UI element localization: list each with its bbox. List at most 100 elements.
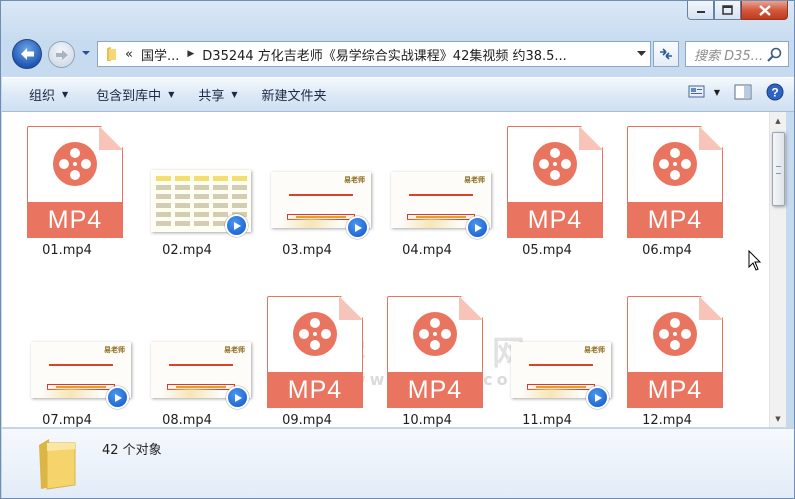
mp4-file-icon: MP4 (507, 124, 605, 238)
film-reel-icon (413, 312, 457, 356)
video-player-icon (225, 214, 248, 237)
breadcrumb-parent[interactable]: 国学... (141, 45, 179, 64)
back-arrow-icon (21, 48, 34, 60)
include-library-label: 包含到库中 (96, 89, 162, 104)
file-name: 07.mp4 (42, 413, 92, 427)
mp4-file-icon: MP4 (387, 294, 485, 408)
thumbnail-logo: 易老师 (584, 346, 605, 354)
play-icon (114, 393, 122, 402)
help-button[interactable]: ? (766, 83, 784, 101)
forward-arrow-icon (55, 49, 68, 60)
file-item[interactable]: 易老师 07.mp4 (12, 290, 131, 427)
mp4-file-icon: MP4 (627, 124, 725, 238)
mp4-file-icon: MP4 (27, 124, 125, 238)
chevron-down-icon: ▼ (231, 90, 238, 99)
file-name: 04.mp4 (402, 243, 452, 258)
share-label: 共享 (198, 89, 225, 104)
file-item[interactable]: MP4 06.mp4 (612, 120, 725, 260)
mp4-badge: MP4 (627, 372, 723, 408)
share-menu[interactable]: 共享 ▼ (188, 83, 247, 107)
file-item[interactable]: 易老师 03.mp4 (252, 120, 371, 260)
explorer-window: « 国学... ▶ D35244 方化吉老师《易学综合实战课程》42集视频 约3… (0, 0, 795, 499)
mp4-file-icon: MP4 (627, 294, 725, 408)
mp4-badge: MP4 (27, 202, 123, 238)
refresh-button[interactable] (653, 41, 679, 67)
file-name: 11.mp4 (522, 413, 572, 427)
scroll-up-arrow-icon[interactable]: ▲ (770, 112, 786, 129)
video-player-icon (346, 216, 369, 239)
mouse-cursor-icon (748, 250, 762, 271)
preview-pane-button[interactable] (734, 84, 752, 100)
organize-label: 组织 (29, 89, 56, 104)
search-icon[interactable] (767, 47, 782, 62)
close-icon (758, 4, 771, 16)
play-icon (233, 221, 241, 230)
scroll-down-arrow-icon[interactable]: ▼ (770, 410, 786, 427)
maximize-icon (722, 5, 733, 15)
file-item[interactable]: 易老师 04.mp4 (372, 120, 491, 260)
folder-icon (107, 47, 116, 61)
thumbnail-title (49, 362, 113, 366)
thumbnail-title (169, 362, 233, 366)
refresh-icon (660, 48, 672, 60)
search-input[interactable]: 搜索 D35... (694, 45, 763, 64)
file-name: 08.mp4 (162, 413, 212, 427)
mp4-file-icon: MP4 (267, 294, 365, 408)
film-reel-icon (293, 312, 337, 356)
close-button[interactable] (741, 1, 788, 20)
thumbnail-logo: 易老师 (464, 176, 485, 184)
file-name: 05.mp4 (522, 243, 572, 258)
breadcrumb-overflow[interactable]: « (125, 47, 133, 62)
help-icon: ? (766, 83, 784, 101)
item-count: 42 个对象 (102, 443, 162, 458)
chevron-down-icon (636, 51, 646, 56)
view-icon (688, 85, 705, 98)
file-item[interactable]: 02.mp4 (132, 120, 251, 260)
breadcrumb-separator-icon[interactable]: ▶ (187, 49, 194, 59)
file-item[interactable]: MP4 05.mp4 (492, 120, 605, 260)
organize-menu[interactable]: 组织 ▼ (2, 83, 78, 107)
address-dropdown-button[interactable] (632, 42, 650, 66)
mp4-badge: MP4 (507, 202, 603, 238)
minimize-button[interactable] (687, 1, 714, 20)
file-list: 国学资源网 www.95959.com MP401.mp402.mp4易老师03… (2, 112, 769, 427)
scrollbar-thumb[interactable] (772, 132, 785, 206)
maximize-button[interactable] (714, 1, 741, 20)
svg-text:?: ? (771, 86, 778, 100)
mp4-badge: MP4 (267, 372, 363, 408)
minimize-icon (696, 11, 705, 13)
search-box[interactable]: 搜索 D35... (685, 41, 789, 67)
breadcrumb-current[interactable]: D35244 方化吉老师《易学综合实战课程》42集视频 约38.5... (202, 45, 567, 64)
recent-pages-button[interactable] (80, 47, 92, 59)
file-item[interactable]: MP4 01.mp4 (12, 120, 125, 260)
chevron-down-icon (82, 51, 90, 55)
file-item[interactable]: MP4 12.mp4 (612, 290, 725, 427)
file-item[interactable]: MP4 09.mp4 (252, 290, 365, 427)
vertical-scrollbar[interactable]: ▲ ▼ (769, 112, 786, 427)
thumbnail-title (409, 192, 473, 196)
new-folder-button[interactable]: 新建文件夹 (252, 83, 337, 107)
details-pane: 42 个对象 (2, 428, 794, 498)
film-reel-icon (653, 312, 697, 356)
command-bar: 组织 ▼ 包含到库中 ▼ 共享 ▼ 新建文件夹 ▼ ? (2, 77, 794, 112)
thumbnail-title (529, 362, 593, 366)
back-button[interactable] (12, 39, 42, 69)
change-view-button[interactable]: ▼ (688, 85, 720, 99)
file-item[interactable]: 易老师 11.mp4 (492, 290, 611, 427)
play-icon (594, 393, 602, 402)
file-item[interactable]: MP4 10.mp4 (372, 290, 485, 427)
forward-button[interactable] (48, 41, 75, 68)
thumbnail-logo: 易老师 (224, 346, 245, 354)
chevron-down-icon[interactable]: ▼ (714, 88, 720, 97)
file-name: 10.mp4 (402, 413, 452, 427)
video-player-icon (106, 386, 129, 409)
preview-pane-icon (734, 84, 752, 100)
address-bar[interactable]: « 国学... ▶ D35244 方化吉老师《易学综合实战课程》42集视频 约3… (97, 41, 651, 67)
chevron-down-icon: ▼ (168, 90, 175, 99)
mp4-badge: MP4 (627, 202, 723, 238)
file-item[interactable]: 易老师 08.mp4 (132, 290, 251, 427)
file-name: 06.mp4 (642, 243, 692, 258)
file-name: 03.mp4 (282, 243, 332, 258)
thumbnail-title (289, 192, 353, 196)
include-in-library-menu[interactable]: 包含到库中 ▼ (86, 83, 184, 107)
